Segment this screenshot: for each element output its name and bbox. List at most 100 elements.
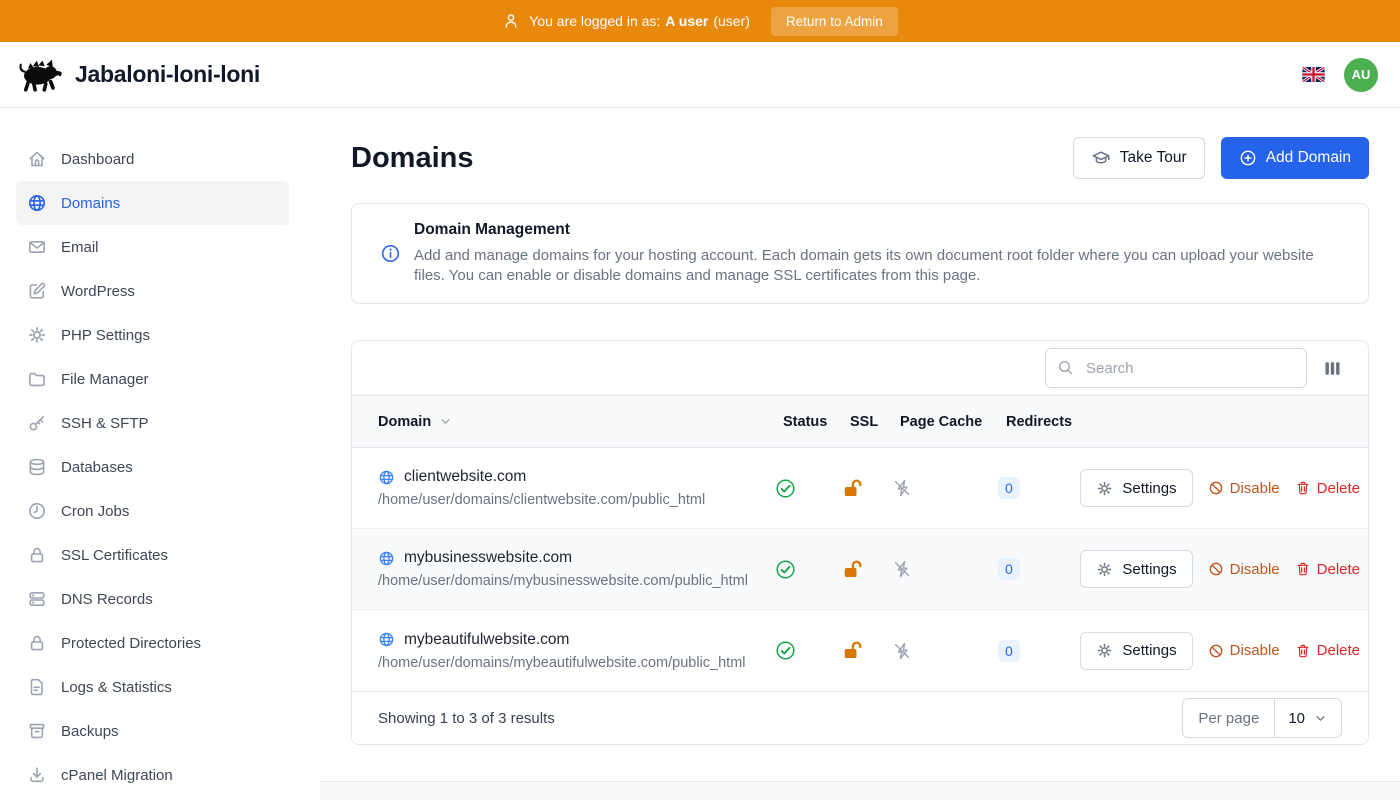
take-tour-button[interactable]: Take Tour: [1073, 137, 1205, 179]
column-settings-button[interactable]: [1323, 357, 1342, 380]
unlock-icon[interactable]: [842, 478, 863, 499]
disable-button[interactable]: Disable: [1208, 642, 1280, 659]
sidebar-item-label: Domains: [61, 195, 120, 212]
trash-icon: [1295, 561, 1311, 577]
database-icon: [27, 457, 47, 477]
sidebar-item-label: Cron Jobs: [61, 503, 129, 520]
domain-path: /home/user/domains/clientwebsite.com/pub…: [378, 492, 775, 508]
check-circle-icon: [775, 640, 796, 661]
sidebar-item-dashboard[interactable]: Dashboard: [16, 137, 289, 181]
sidebar-item-dns-records[interactable]: DNS Records: [16, 577, 289, 621]
brand[interactable]: Jabaloni-loni-loni: [16, 57, 260, 93]
impersonation-banner: You are logged in as: A user (user) Retu…: [0, 0, 1400, 42]
bottom-divider: [320, 781, 1400, 800]
avatar[interactable]: AU: [1344, 58, 1378, 92]
slash-circle-icon: [1208, 561, 1224, 577]
sidebar-item-label: cPanel Migration: [61, 767, 173, 784]
return-to-admin-button[interactable]: Return to Admin: [771, 7, 898, 36]
settings-button[interactable]: Settings: [1080, 550, 1192, 588]
sidebar-item-protected-directories[interactable]: Protected Directories: [16, 621, 289, 665]
download-icon: [27, 765, 47, 785]
domain-path: /home/user/domains/mybeautifulwebsite.co…: [378, 655, 775, 671]
table-row: mybeautifulwebsite.com /home/user/domain…: [352, 610, 1368, 691]
banner-message: You are logged in as:: [529, 13, 660, 29]
unlock-icon[interactable]: [842, 559, 863, 580]
lightning-off-icon[interactable]: [892, 641, 912, 661]
per-page-select[interactable]: 10: [1275, 699, 1341, 737]
columns-icon: [1323, 359, 1342, 378]
table-toolbar: [352, 341, 1368, 395]
sidebar-item-wordpress[interactable]: WordPress: [16, 269, 289, 313]
redirects-count-badge: 0: [998, 558, 1020, 580]
banner-user-role: (user): [713, 13, 750, 29]
sidebar-item-cpanel-migration[interactable]: cPanel Migration: [16, 753, 289, 797]
sidebar-item-cron-jobs[interactable]: Cron Jobs: [16, 489, 289, 533]
searchbox: [1045, 348, 1307, 388]
boar-logo-icon: [16, 57, 64, 93]
disable-button[interactable]: Disable: [1208, 480, 1280, 497]
domain-name: clientwebsite.com: [404, 468, 526, 486]
sidebar-item-file-manager[interactable]: File Manager: [16, 357, 289, 401]
gear-icon: [1096, 480, 1113, 497]
key-icon: [27, 413, 47, 433]
language-flag-button[interactable]: [1302, 67, 1325, 82]
gear-icon: [27, 325, 47, 345]
app-header: Jabaloni-loni-loni AU: [0, 42, 1400, 108]
sidebar-item-databases[interactable]: Databases: [16, 445, 289, 489]
chevron-down-icon: [438, 414, 453, 429]
table-header-row: Domain Status SSL Page Cache Redirects: [352, 395, 1368, 448]
sidebar-item-php-settings[interactable]: PHP Settings: [16, 313, 289, 357]
sidebar-item-label: WordPress: [61, 283, 135, 300]
info-description: Add and manage domains for your hosting …: [414, 246, 1344, 286]
delete-button[interactable]: Delete: [1295, 642, 1360, 659]
sidebar-item-label: File Manager: [61, 371, 149, 388]
disable-button[interactable]: Disable: [1208, 561, 1280, 578]
redirects-count-badge: 0: [998, 477, 1020, 499]
check-circle-icon: [775, 559, 796, 580]
table-row: mybusinesswebsite.com /home/user/domains…: [352, 529, 1368, 610]
chevron-down-icon: [1313, 711, 1328, 726]
per-page-label: Per page: [1183, 699, 1275, 737]
settings-button[interactable]: Settings: [1080, 469, 1192, 507]
sidebar-item-email[interactable]: Email: [16, 225, 289, 269]
table-footer: Showing 1 to 3 of 3 results Per page 10: [352, 691, 1368, 744]
domains-table-card: Domain Status SSL Page Cache Redirects c…: [351, 340, 1369, 745]
pencil-square-icon: [27, 281, 47, 301]
lightning-off-icon[interactable]: [892, 559, 912, 579]
sidebar-item-label: PHP Settings: [61, 327, 150, 344]
sidebar-item-backups[interactable]: Backups: [16, 709, 289, 753]
search-input[interactable]: [1045, 348, 1307, 388]
delete-button[interactable]: Delete: [1295, 561, 1360, 578]
settings-button[interactable]: Settings: [1080, 632, 1192, 670]
sidebar-item-domains[interactable]: Domains: [16, 181, 289, 225]
sidebar-item-ssl-certificates[interactable]: SSL Certificates: [16, 533, 289, 577]
globe-icon: [378, 469, 395, 486]
graduation-cap-icon: [1091, 148, 1111, 168]
sidebar-item-logs-statistics[interactable]: Logs & Statistics: [16, 665, 289, 709]
clock-icon: [27, 501, 47, 521]
table-row: clientwebsite.com /home/user/domains/cli…: [352, 448, 1368, 529]
sidebar-item-label: Dashboard: [61, 151, 134, 168]
uk-flag-icon: [1302, 67, 1325, 82]
sidebar-item-label: SSL Certificates: [61, 547, 168, 564]
globe-icon: [27, 193, 47, 213]
sidebar: Dashboard Domains Email WordPress PHP Se…: [0, 108, 320, 800]
gear-icon: [1096, 561, 1113, 578]
archive-icon: [27, 721, 47, 741]
trash-icon: [1295, 643, 1311, 659]
table-body: clientwebsite.com /home/user/domains/cli…: [352, 448, 1368, 691]
slash-circle-icon: [1208, 643, 1224, 659]
add-domain-button[interactable]: Add Domain: [1221, 137, 1369, 179]
search-icon: [1057, 359, 1074, 376]
sidebar-item-ssh-sftp[interactable]: SSH & SFTP: [16, 401, 289, 445]
envelope-icon: [27, 237, 47, 257]
column-header-ssl: SSL: [850, 414, 900, 430]
column-header-domain[interactable]: Domain: [352, 414, 783, 430]
domain-path: /home/user/domains/mybusinesswebsite.com…: [378, 573, 775, 589]
plus-circle-icon: [1239, 149, 1257, 167]
delete-button[interactable]: Delete: [1295, 480, 1360, 497]
per-page-control: Per page 10: [1182, 698, 1342, 738]
unlock-icon[interactable]: [842, 640, 863, 661]
brand-name: Jabaloni-loni-loni: [75, 61, 260, 88]
lightning-off-icon[interactable]: [892, 478, 912, 498]
